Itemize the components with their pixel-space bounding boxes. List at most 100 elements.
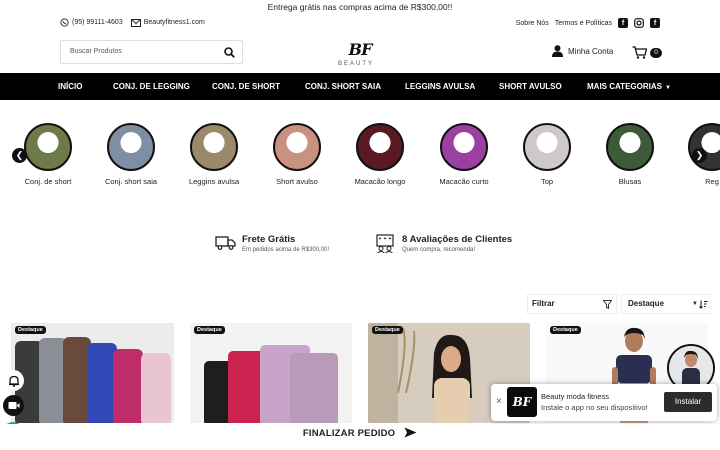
nav-item-conj-short[interactable]: CONJ. DE SHORT xyxy=(212,73,280,100)
filter-icon xyxy=(603,300,612,309)
benefit-reviews: 8 Avaliações de Clientes Quem compra, re… xyxy=(375,234,512,253)
category-label: Reg xyxy=(705,177,719,186)
category-image xyxy=(523,123,571,171)
video-button[interactable] xyxy=(3,395,24,416)
checkout-label: FINALIZAR PEDIDO xyxy=(302,428,396,439)
promo-bar: Entrega grátis nas compras acima de R$30… xyxy=(267,2,453,12)
category-image xyxy=(688,123,720,171)
email-address: Beautyfitness1.com xyxy=(143,19,205,26)
search-placeholder: Buscar Produtos xyxy=(70,48,122,55)
bell-icon xyxy=(8,375,19,387)
nav-item-inicio[interactable]: INÍCIO xyxy=(58,73,82,100)
facebook-icon[interactable]: f xyxy=(650,18,660,28)
benefit-free-shipping: Frete Grátis Em pedidos acima de R$300,0… xyxy=(215,234,329,253)
category-label: Macacão curto xyxy=(439,177,489,186)
search-icon[interactable] xyxy=(224,47,235,58)
benefit-title: 8 Avaliações de Clientes xyxy=(402,234,513,245)
featured-badge: Destaque xyxy=(372,326,403,334)
category-image xyxy=(190,123,238,171)
app-icon: BF xyxy=(507,387,537,417)
nav-item-conj-short-saia[interactable]: CONJ. SHORT SAIA xyxy=(305,73,381,100)
product-card[interactable]: Destaque xyxy=(190,323,352,423)
carousel-prev-button[interactable]: ❮ xyxy=(12,148,27,163)
phone-number: (95) 99111-4603 xyxy=(72,19,123,26)
cart-icon xyxy=(632,46,647,59)
truck-icon xyxy=(215,236,236,250)
nav-item-leggins-avulsa[interactable]: LEGGINS AVULSA xyxy=(405,73,475,100)
category-item[interactable]: Short avulso xyxy=(257,123,337,186)
notification-bell-button[interactable] xyxy=(3,370,24,391)
benefit-subtitle: Em pedidos acima de R$300,00! xyxy=(242,247,330,253)
sort-order-icon[interactable] xyxy=(699,300,708,309)
terms-link[interactable]: Termos e Políticas xyxy=(555,20,612,27)
category-label: Macacão longo xyxy=(354,177,406,186)
close-icon[interactable]: × xyxy=(496,396,502,407)
category-item[interactable]: Macacão longo xyxy=(340,123,420,186)
checkout-bar[interactable]: FINALIZAR PEDIDO xyxy=(0,424,720,446)
nav-item-short-avulso[interactable]: SHORT AVULSO xyxy=(499,73,562,100)
app-title: Beauty moda fitness xyxy=(541,392,609,401)
account-label: Minha Conta xyxy=(568,46,614,56)
install-app-banner: × BF Beauty moda fitness Instale o app n… xyxy=(491,384,717,421)
search-input[interactable]: Buscar Produtos xyxy=(60,40,243,64)
about-link[interactable]: Sobre Nós xyxy=(516,20,549,27)
category-label: Short avulso xyxy=(276,177,318,186)
chevron-down-icon: ▼ xyxy=(664,85,671,91)
category-label: Leggins avulsa xyxy=(188,177,240,186)
category-item[interactable]: Top xyxy=(507,123,587,186)
email-contact[interactable]: Beautyfitness1.com xyxy=(130,18,205,27)
category-item[interactable]: Macacão curto xyxy=(424,123,504,186)
category-item[interactable]: Conj. short saia xyxy=(91,123,171,186)
filter-label: Filtrar xyxy=(532,299,555,308)
category-label: Top xyxy=(540,177,554,186)
store-logo[interactable]: BF BEAUTY xyxy=(310,40,410,67)
logo-wordmark: BEAUTY xyxy=(338,61,375,67)
account-link[interactable]: Minha Conta xyxy=(552,45,613,57)
close-icon[interactable]: × xyxy=(671,346,675,353)
cart-button[interactable]: 0 xyxy=(632,46,662,59)
facebook-f-icon[interactable]: f xyxy=(618,18,628,28)
category-image xyxy=(606,123,654,171)
featured-badge: Destaque xyxy=(194,326,225,334)
reviews-icon xyxy=(376,234,394,253)
featured-badge: Destaque xyxy=(15,326,46,334)
benefit-text: Frete Grátis Em pedidos acima de R$300,0… xyxy=(242,234,329,253)
category-image xyxy=(440,123,488,171)
sort-label: Destaque xyxy=(628,299,665,308)
benefit-text: 8 Avaliações de Clientes Quem compra, re… xyxy=(402,234,512,253)
user-icon xyxy=(552,45,563,57)
category-item[interactable]: Blusas xyxy=(590,123,670,186)
whatsapp-icon xyxy=(60,18,69,27)
product-image xyxy=(11,323,174,423)
video-camera-icon xyxy=(8,402,19,409)
phone-contact[interactable]: (95) 99111-4603 xyxy=(60,18,123,27)
benefit-subtitle: Quem compra, recomenda! xyxy=(402,247,476,253)
product-card[interactable]: Destaque xyxy=(11,323,174,423)
category-label: Conj. short saia xyxy=(104,177,158,186)
app-subtitle: Instale o app no seu dispositivo! xyxy=(541,403,648,412)
category-label: Conj. de short xyxy=(24,177,72,186)
category-image xyxy=(273,123,321,171)
mais-categorias-label: MAIS CATEGORIAS xyxy=(587,82,662,91)
category-label: Blusas xyxy=(618,177,642,186)
contact-info: (95) 99111-4603 Beautyfitness1.com xyxy=(60,18,205,27)
instagram-icon[interactable] xyxy=(634,18,644,28)
cart-count-badge: 0 xyxy=(650,47,662,58)
top-links: Sobre Nós Termos e Políticas f f xyxy=(516,18,660,28)
chevron-down-icon: ▼ xyxy=(692,301,698,307)
nav-item-conj-legging[interactable]: CONJ. DE LEGGING xyxy=(113,73,190,100)
logo-monogram: BF xyxy=(348,40,373,59)
category-image xyxy=(356,123,404,171)
sort-select[interactable]: Destaque ▼ xyxy=(621,294,711,314)
featured-badge: Destaque xyxy=(550,326,581,334)
category-item[interactable]: Leggins avulsa xyxy=(174,123,254,186)
send-icon xyxy=(404,427,417,438)
category-image xyxy=(24,123,72,171)
benefit-title: Frete Grátis xyxy=(242,234,296,245)
product-image xyxy=(190,323,352,423)
carousel-next-button[interactable]: ❯ xyxy=(692,148,707,163)
install-button[interactable]: Instalar xyxy=(664,392,712,412)
mail-icon xyxy=(130,18,141,27)
nav-item-mais-categorias[interactable]: MAIS CATEGORIAS ▼ xyxy=(587,73,671,102)
filter-button[interactable]: Filtrar xyxy=(527,294,617,314)
